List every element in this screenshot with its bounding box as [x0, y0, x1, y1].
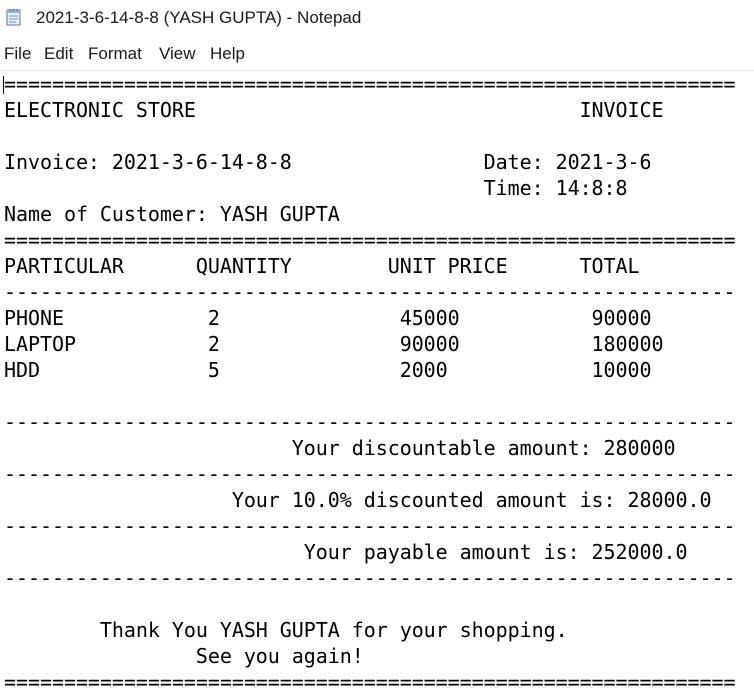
- text-line: See you again!: [4, 644, 364, 668]
- text-line: Your 10.0% discounted amount is: 28000.0: [4, 488, 712, 512]
- window-title: 2021-3-6-14-8-8 (YASH GUPTA) - Notepad: [36, 8, 362, 27]
- text-line: HDD 5 2000 10000: [4, 358, 652, 382]
- text-line: PARTICULAR QUANTITY UNIT PRICE TOTAL: [4, 254, 640, 278]
- text-line: ----------------------------------------…: [4, 280, 736, 304]
- menu-format[interactable]: Format: [88, 44, 142, 64]
- text-line: ========================================…: [4, 228, 736, 252]
- menu-edit[interactable]: Edit: [44, 44, 73, 64]
- text-line: ----------------------------------------…: [4, 410, 736, 434]
- menu-view[interactable]: View: [159, 44, 196, 64]
- text-editor[interactable]: ========================================…: [0, 70, 754, 690]
- text-line: LAPTOP 2 90000 180000: [4, 332, 664, 356]
- text-line: Your discountable amount: 280000: [4, 436, 676, 460]
- text-line: Thank You YASH GUPTA for your shopping.: [4, 618, 568, 642]
- text-line: ----------------------------------------…: [4, 566, 736, 590]
- text-line: Name of Customer: YASH GUPTA: [4, 202, 340, 226]
- notepad-icon: [6, 8, 22, 26]
- menu-bar: File Edit Format View Help: [0, 44, 754, 70]
- text-line: PHONE 2 45000 90000: [4, 306, 652, 330]
- text-line: ----------------------------------------…: [4, 462, 736, 486]
- notepad-window: 2021-3-6-14-8-8 (YASH GUPTA) - Notepad F…: [0, 0, 754, 690]
- menu-file[interactable]: File: [4, 44, 31, 64]
- text-line: Invoice: 2021-3-6-14-8-8 Date: 2021-3-6: [4, 150, 652, 174]
- text-line: ELECTRONIC STORE INVOICE: [4, 98, 664, 122]
- text-line: ----------------------------------------…: [4, 514, 736, 538]
- title-bar[interactable]: 2021-3-6-14-8-8 (YASH GUPTA) - Notepad: [0, 0, 754, 38]
- text-line: Time: 14:8:8: [4, 176, 628, 200]
- text-line: ========================================…: [4, 670, 736, 690]
- menu-help[interactable]: Help: [210, 44, 245, 64]
- text-line: Your payable amount is: 252000.0: [4, 540, 688, 564]
- text-line: ========================================…: [4, 72, 736, 96]
